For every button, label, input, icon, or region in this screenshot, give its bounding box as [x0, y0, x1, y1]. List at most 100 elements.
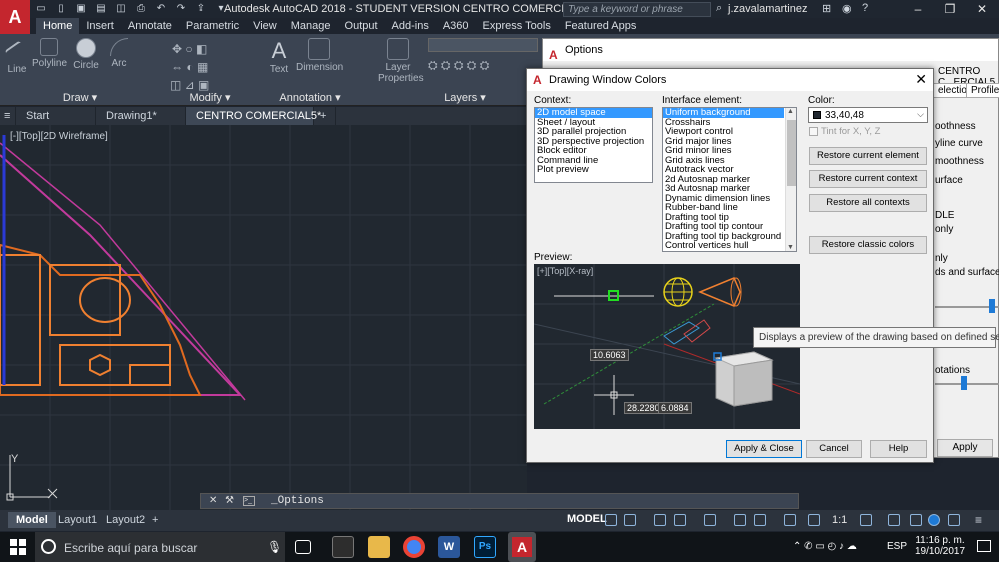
redo-icon[interactable]: ↷ [174, 2, 188, 16]
new-file-icon[interactable]: ▭ [34, 2, 48, 16]
snap-icon[interactable] [624, 514, 636, 526]
tab-insert[interactable]: Insert [79, 18, 121, 34]
cart-icon[interactable]: ⊞ [822, 2, 831, 15]
options-tab-profiles[interactable]: Profiles [966, 83, 999, 98]
tint-checkbox[interactable] [809, 127, 818, 136]
context-item[interactable]: Plot preview [535, 165, 652, 175]
wrench-icon[interactable]: ⚒ [225, 495, 234, 506]
tab-home[interactable]: Home [36, 18, 80, 34]
color-dropdown[interactable]: 33,40,48 ⌵ [808, 107, 928, 123]
binoculars-icon[interactable]: ⌕ [716, 2, 722, 15]
hardware-acceleration-icon[interactable] [928, 514, 940, 526]
annotation-scale-icon[interactable] [808, 514, 820, 526]
doc-tab-drawing1[interactable]: Drawing1* [96, 107, 186, 125]
scroll-down-icon[interactable]: ▼ [787, 244, 794, 251]
apply-close-button[interactable]: Apply & Close [726, 440, 802, 458]
tab-output[interactable]: Output [338, 18, 385, 34]
word-icon[interactable]: W [438, 536, 460, 558]
tray-icons[interactable]: ⌃ ✆ ▭ ◴ ♪ ☁ [793, 541, 857, 552]
plot-icon[interactable]: ⎙ [134, 2, 148, 16]
close-command-icon[interactable]: ✕ [209, 495, 217, 506]
doc-tab-start[interactable]: Start [16, 107, 96, 125]
taskbar-search[interactable]: Escribe aquí para buscar 🎙︎ [35, 532, 285, 562]
app-menu-icon[interactable]: ≡ [0, 107, 16, 125]
ortho-icon[interactable] [654, 514, 666, 526]
lineweight-icon[interactable] [754, 514, 766, 526]
web-mobile-icon[interactable]: ◫ [114, 2, 128, 16]
autocad-taskbar-button[interactable]: A [508, 532, 536, 562]
workspace-gear-icon[interactable] [860, 514, 872, 526]
annotation-scale[interactable]: 1:1 [832, 514, 847, 526]
polyline-tool[interactable]: Polyline [32, 38, 67, 69]
customization-icon[interactable]: ≡ [975, 513, 982, 527]
command-line[interactable]: ✕ ⚒ >_ _Options [200, 493, 799, 509]
layout-tab-layout1[interactable]: Layout1 [50, 512, 105, 528]
model-space-button[interactable]: MODEL [567, 513, 607, 525]
tab-manage[interactable]: Manage [284, 18, 338, 34]
open-file-icon[interactable]: ▯ [54, 2, 68, 16]
options-apply-button[interactable]: Apply [937, 439, 993, 457]
draw-group-label[interactable]: Draw ▾ [0, 91, 160, 104]
autocad-logo-icon[interactable]: A [0, 0, 30, 36]
tab-parametric[interactable]: Parametric [179, 18, 246, 34]
tab-a360[interactable]: A360 [436, 18, 476, 34]
annotation-monitor-icon[interactable] [888, 514, 900, 526]
store-icon[interactable] [332, 536, 354, 558]
tab-add-ins[interactable]: Add-ins [385, 18, 436, 34]
tab-view[interactable]: View [246, 18, 284, 34]
task-view-icon[interactable] [295, 540, 311, 554]
scroll-up-icon[interactable]: ▲ [787, 108, 794, 115]
layer-dropdown[interactable] [428, 38, 538, 52]
chrome-icon[interactable] [403, 536, 425, 558]
isolate-objects-icon[interactable] [910, 514, 922, 526]
viewport-control[interactable]: [-][Top][2D Wireframe] [10, 131, 108, 142]
isodraft-icon[interactable] [704, 514, 716, 526]
layout-tab-model[interactable]: Model [8, 512, 56, 528]
grid-icon[interactable] [605, 514, 617, 526]
help-button[interactable]: Help [870, 440, 927, 458]
modify-group-label[interactable]: Modify ▾ [160, 91, 260, 104]
layer-tools[interactable]: ⛭ ⛭ ⛭ ⛭ ⛭ [428, 58, 489, 73]
annotation-visibility-icon[interactable] [784, 514, 796, 526]
clean-screen-icon[interactable] [948, 514, 960, 526]
restore-classic-colors-button[interactable]: Restore classic colors [809, 236, 927, 254]
doc-tab-centro-comercial[interactable]: CENTRO COMERCIAL5* [186, 107, 321, 125]
polar-icon[interactable] [674, 514, 686, 526]
arc-tool[interactable]: Arc [108, 38, 130, 69]
interface-element-item[interactable]: Control vertices hull [663, 241, 784, 251]
modify-tools[interactable]: ✥ ○ ◧ ⇔ ◐ ▦ ◫ ⊿ ▣ [170, 40, 209, 94]
interface-element-list[interactable]: Uniform background Crosshairs Viewport con… [662, 107, 797, 252]
options-slider-2-knob[interactable] [961, 376, 967, 390]
command-text[interactable]: _Options [271, 495, 324, 507]
clock[interactable]: 11:16 p. m. 19/10/2017 [910, 535, 970, 557]
close-icon[interactable]: ✕ [915, 71, 927, 88]
minimize-icon[interactable]: – [902, 0, 934, 18]
windows-start-icon[interactable] [10, 539, 26, 555]
options-slider-2[interactable] [935, 383, 999, 385]
drawing-canvas[interactable]: Y [-][Top][2D Wireframe] [0, 125, 527, 512]
new-tab-icon[interactable]: + [314, 107, 336, 125]
notifications-icon[interactable] [977, 540, 991, 552]
object-snap-icon[interactable] [734, 514, 746, 526]
annotation-group-label[interactable]: Annotation ▾ [260, 91, 360, 104]
save-as-icon[interactable]: ▤ [94, 2, 108, 16]
share-icon[interactable]: ⇪ [194, 2, 208, 16]
help-icon[interactable]: ? [862, 2, 868, 14]
photoshop-icon[interactable]: Ps [474, 536, 496, 558]
a360-icon[interactable]: ◉ [842, 2, 852, 15]
restore-current-context-button[interactable]: Restore current context [809, 170, 927, 188]
interface-element-scroll-thumb[interactable] [787, 120, 796, 186]
line-tool[interactable]: Line [4, 38, 30, 75]
text-tool[interactable]: A Text [264, 38, 294, 75]
microphone-icon[interactable]: 🎙︎ [267, 540, 282, 554]
restore-current-element-button[interactable]: Restore current element [809, 147, 927, 165]
cancel-button[interactable]: Cancel [806, 440, 862, 458]
circle-tool[interactable]: Circle [72, 38, 100, 71]
close-icon[interactable]: ✕ [966, 0, 998, 18]
save-icon[interactable]: ▣ [74, 2, 88, 16]
new-layout-icon[interactable]: + [144, 512, 166, 528]
options-slider-1-knob[interactable] [989, 299, 995, 313]
search-input[interactable]: Type a keyword or phrase [563, 2, 711, 17]
layer-properties-tool[interactable]: Layer Properties [378, 38, 424, 84]
input-language[interactable]: ESP [887, 541, 907, 552]
